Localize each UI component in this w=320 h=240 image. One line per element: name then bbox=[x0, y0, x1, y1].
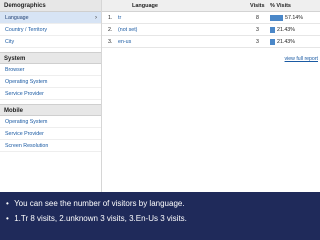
language-table: Language Visits % Visits 1. tr 8 57.14% … bbox=[102, 0, 320, 192]
column-header-pct-visits[interactable]: % Visits bbox=[270, 0, 291, 12]
row-rank: 3. bbox=[108, 39, 113, 45]
group-header-demographics: Demographics bbox=[0, 0, 101, 12]
row-language-link[interactable]: en-us bbox=[118, 36, 131, 48]
visits-bar bbox=[270, 39, 275, 45]
sidebar-item-country-territory[interactable]: Country / Territory bbox=[0, 24, 101, 36]
caption-text: 1.Tr 8 visits, 2.unknown 3 visits, 3.En-… bbox=[14, 214, 187, 223]
table-header: Language Visits % Visits bbox=[102, 0, 320, 12]
row-pct: 21.43% bbox=[277, 27, 295, 33]
sidebar-item-city[interactable]: City bbox=[0, 36, 101, 48]
bullet-icon: • bbox=[6, 214, 9, 223]
sidebar-item-browser[interactable]: Browser bbox=[0, 64, 101, 76]
sidebar-item-mobile-service-provider[interactable]: Service Provider bbox=[0, 128, 101, 140]
row-visits: 8 bbox=[256, 15, 259, 21]
row-pct-cell: 57.14% bbox=[268, 12, 320, 24]
chevron-right-icon: › bbox=[95, 15, 97, 21]
group-header-mobile: Mobile bbox=[0, 104, 101, 116]
column-header-visits[interactable]: Visits bbox=[250, 0, 265, 12]
sidebar-item-screen-resolution[interactable]: Screen Resolution bbox=[0, 140, 101, 152]
row-language-link[interactable]: tr bbox=[118, 12, 121, 24]
row-rank: 1. bbox=[108, 15, 113, 21]
visits-bar bbox=[270, 15, 283, 21]
report-sidebar: Demographics Language › Country / Territ… bbox=[0, 0, 102, 192]
slide-caption: • You can see the number of visitors by … bbox=[0, 192, 320, 240]
row-rank: 2. bbox=[108, 27, 113, 33]
table-row: 1. tr 8 57.14% bbox=[102, 12, 320, 24]
table-row: 2. (not set) 3 21.43% bbox=[102, 24, 320, 36]
bullet-icon: • bbox=[6, 199, 9, 208]
sidebar-item-label: Country / Territory bbox=[5, 27, 47, 33]
view-full-report-link[interactable]: view full report bbox=[285, 56, 318, 62]
sidebar-item-mobile-operating-system[interactable]: Operating System bbox=[0, 116, 101, 128]
table-row: 3. en-us 3 21.43% bbox=[102, 36, 320, 48]
caption-text: You can see the number of visitors by la… bbox=[14, 199, 185, 208]
sidebar-item-label: Service Provider bbox=[5, 131, 44, 137]
row-pct-cell: 21.43% bbox=[268, 24, 320, 36]
group-header-system: System bbox=[0, 52, 101, 64]
row-pct: 57.14% bbox=[285, 15, 303, 21]
sidebar-item-label: Operating System bbox=[5, 119, 48, 125]
sidebar-item-label: Operating System bbox=[5, 79, 48, 85]
sidebar-item-label: Screen Resolution bbox=[5, 143, 49, 149]
sidebar-item-label: Service Provider bbox=[5, 91, 44, 97]
caption-line-1: • You can see the number of visitors by … bbox=[6, 198, 314, 210]
row-visits: 3 bbox=[256, 39, 259, 45]
sidebar-item-label: Browser bbox=[5, 67, 25, 73]
sidebar-item-label: City bbox=[5, 39, 15, 45]
visits-bar bbox=[270, 27, 275, 33]
row-language-link[interactable]: (not set) bbox=[118, 24, 137, 36]
caption-line-2: • 1.Tr 8 visits, 2.unknown 3 visits, 3.E… bbox=[6, 213, 314, 225]
row-visits: 3 bbox=[256, 27, 259, 33]
sidebar-item-service-provider[interactable]: Service Provider bbox=[0, 88, 101, 100]
row-pct-cell: 21.43% bbox=[268, 36, 320, 48]
column-header-language[interactable]: Language bbox=[132, 0, 158, 12]
sidebar-item-language[interactable]: Language › bbox=[0, 12, 101, 24]
sidebar-item-label: Language bbox=[5, 15, 29, 21]
sidebar-item-operating-system[interactable]: Operating System bbox=[0, 76, 101, 88]
row-pct: 21.43% bbox=[277, 39, 295, 45]
